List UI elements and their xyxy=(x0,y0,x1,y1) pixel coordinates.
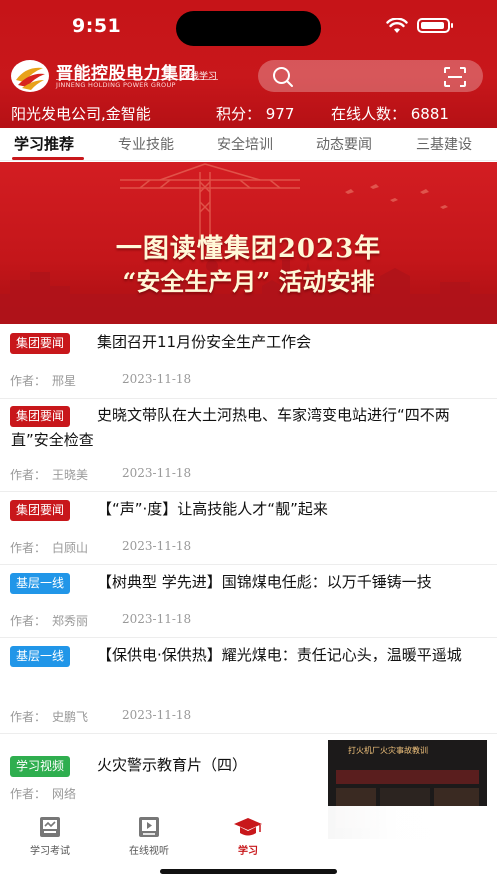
active-tab-indicator xyxy=(12,157,84,160)
author-label: 作者： xyxy=(10,374,47,388)
news-title: 火灾警示教育片（四） xyxy=(97,756,248,774)
banner-subtitle: “安全生产月” 活动安排 xyxy=(122,267,375,296)
news-date: 2023-11-18 xyxy=(122,372,192,386)
dynamic-island xyxy=(176,11,321,46)
category-tabs: 学习推荐 专业技能 安全培训 动态要闻 三基建设 xyxy=(0,128,497,161)
news-title: 史晓文带队在大土河热电、车家湾变电站进行“四不两直”安全检查 xyxy=(11,406,450,449)
tab-news[interactable]: 动态要闻 xyxy=(316,134,372,154)
news-item[interactable]: 基层一线 【树典型 学先进】国锦煤电任彪：以万千锤铸一技 作者： 郑秀丽 202… xyxy=(0,565,497,638)
company-user-label: 阳光发电公司,金智能 xyxy=(11,105,151,123)
search-bar[interactable] xyxy=(258,60,483,92)
video-icon xyxy=(139,817,159,837)
news-author: 郑秀丽 xyxy=(52,614,89,628)
news-author: 白顾山 xyxy=(52,541,89,555)
tab-skills[interactable]: 专业技能 xyxy=(118,134,174,154)
wifi-icon xyxy=(386,18,408,33)
nav-video[interactable]: 在线视听 xyxy=(109,814,189,857)
news-item[interactable]: 集团要闻 史晓文带队在大土河热电、车家湾变电站进行“四不两直”安全检查 作者： … xyxy=(0,399,497,492)
video-caption: 打火机厂火灾事故教训 xyxy=(348,746,428,755)
author-label: 作者： xyxy=(10,468,47,482)
news-title: 【树典型 学先进】国锦煤电任彪：以万千锤铸一技 xyxy=(97,573,432,591)
news-item[interactable]: 集团要闻 集团召开11月份安全生产工作会 作者： 邢星 2023-11-18 xyxy=(0,324,497,399)
brand-tag: 在线学习 xyxy=(181,72,218,82)
news-author: 邢星 xyxy=(52,374,77,388)
author-label: 作者： xyxy=(10,710,47,724)
news-date: 2023-11-18 xyxy=(122,539,192,553)
tab-safety-training[interactable]: 安全培训 xyxy=(217,134,273,154)
scan-icon[interactable] xyxy=(443,66,467,88)
author-label: 作者： xyxy=(10,787,47,801)
graduation-cap-icon xyxy=(234,818,262,836)
app-header: 9:51 晋能控股电力集团 JINNENG HOLDING POWER GROU… xyxy=(0,0,497,128)
fade-overlay xyxy=(330,806,497,866)
company-logo-icon xyxy=(11,60,49,92)
tab-recommended[interactable]: 学习推荐 xyxy=(14,133,74,154)
battery-icon xyxy=(417,18,453,33)
news-title: 集团召开11月份安全生产工作会 xyxy=(97,333,312,351)
news-date: 2023-11-18 xyxy=(122,708,192,722)
nav-label: 学习考试 xyxy=(30,846,70,857)
author-label: 作者： xyxy=(10,541,47,555)
tab-three-basics[interactable]: 三基建设 xyxy=(416,134,472,154)
brand-english-name: JINNENG HOLDING POWER GROUP xyxy=(56,81,176,89)
news-title: 【保供电·保供热】耀光煤电：责任记心头，温暖平遥城 xyxy=(97,646,462,664)
online-count-label: 在线人数： 6881 xyxy=(331,105,449,123)
news-author: 史鹏飞 xyxy=(52,710,89,724)
news-author: 网络 xyxy=(52,787,77,801)
news-item[interactable]: 集团要闻 【“声”·度】让高技能人才“靓”起来 作者： 白顾山 2023-11-… xyxy=(0,492,497,565)
nav-label: 在线视听 xyxy=(129,846,169,857)
user-info-row: 阳光发电公司,金智能 积分： 977 在线人数： 6881 xyxy=(0,103,497,125)
home-indicator xyxy=(160,869,337,874)
author-label: 作者： xyxy=(10,614,47,628)
news-date: 2023-11-18 xyxy=(122,466,192,480)
news-item[interactable]: 基层一线 【保供电·保供热】耀光煤电：责任记心头，温暖平遥城 作者： 史鹏飞 2… xyxy=(0,638,497,734)
status-time: 9:51 xyxy=(72,15,122,37)
points-label: 积分： 977 xyxy=(216,105,295,123)
news-author: 王晓美 xyxy=(52,468,89,482)
banner[interactable]: 一图读懂集团2023年 “安全生产月” 活动安排 xyxy=(0,162,497,324)
news-title: 【“声”·度】让高技能人才“靓”起来 xyxy=(97,500,328,518)
nav-study[interactable]: 学习 xyxy=(208,814,288,857)
banner-title: 一图读懂集团2023年 xyxy=(115,234,382,264)
search-icon[interactable] xyxy=(272,66,294,88)
exam-icon xyxy=(40,817,60,837)
status-bar: 9:51 xyxy=(0,0,497,52)
nav-exam[interactable]: 学习考试 xyxy=(10,814,90,857)
news-date: 2023-11-18 xyxy=(122,612,192,626)
nav-label: 学习 xyxy=(238,846,258,857)
